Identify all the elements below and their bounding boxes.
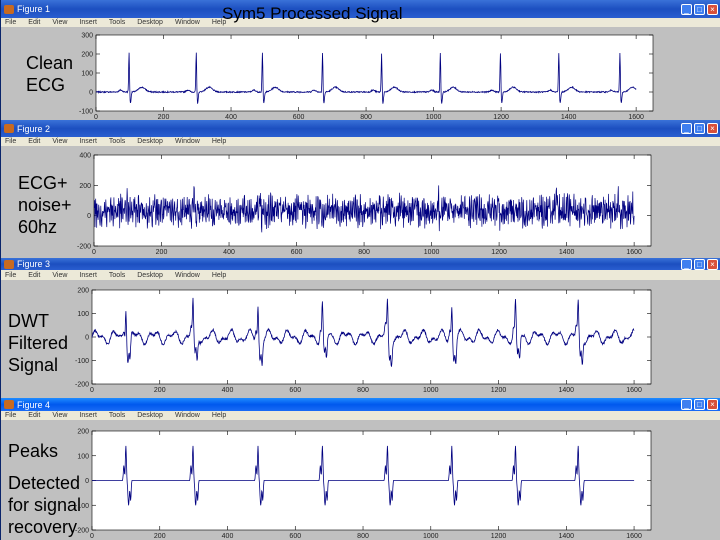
x-tick-label: 200 xyxy=(154,533,166,540)
y-tick-label: 200 xyxy=(77,429,89,436)
x-tick-label: 800 xyxy=(357,533,369,540)
y-tick-label: 100 xyxy=(77,453,89,460)
y-tick-label: -100 xyxy=(75,503,89,510)
plot-peaks: 0 200 400 600 800 1000 1200 1400 16002001000-100… xyxy=(75,429,652,540)
x-tick-label: 400 xyxy=(222,533,234,540)
y-tick-label: -200 xyxy=(75,528,89,535)
y-tick-label: 0 xyxy=(85,478,89,485)
x-tick-label: 1600 xyxy=(626,533,642,540)
x-tick-label: 1200 xyxy=(491,533,507,540)
x-tick-label: 600 xyxy=(289,533,301,540)
x-tick-label: 1400 xyxy=(559,533,575,540)
slide-title: Sym5 Processed Signal xyxy=(222,4,403,23)
x-tick-label: 0 xyxy=(90,533,94,540)
x-tick-label: 1000 xyxy=(423,533,439,540)
